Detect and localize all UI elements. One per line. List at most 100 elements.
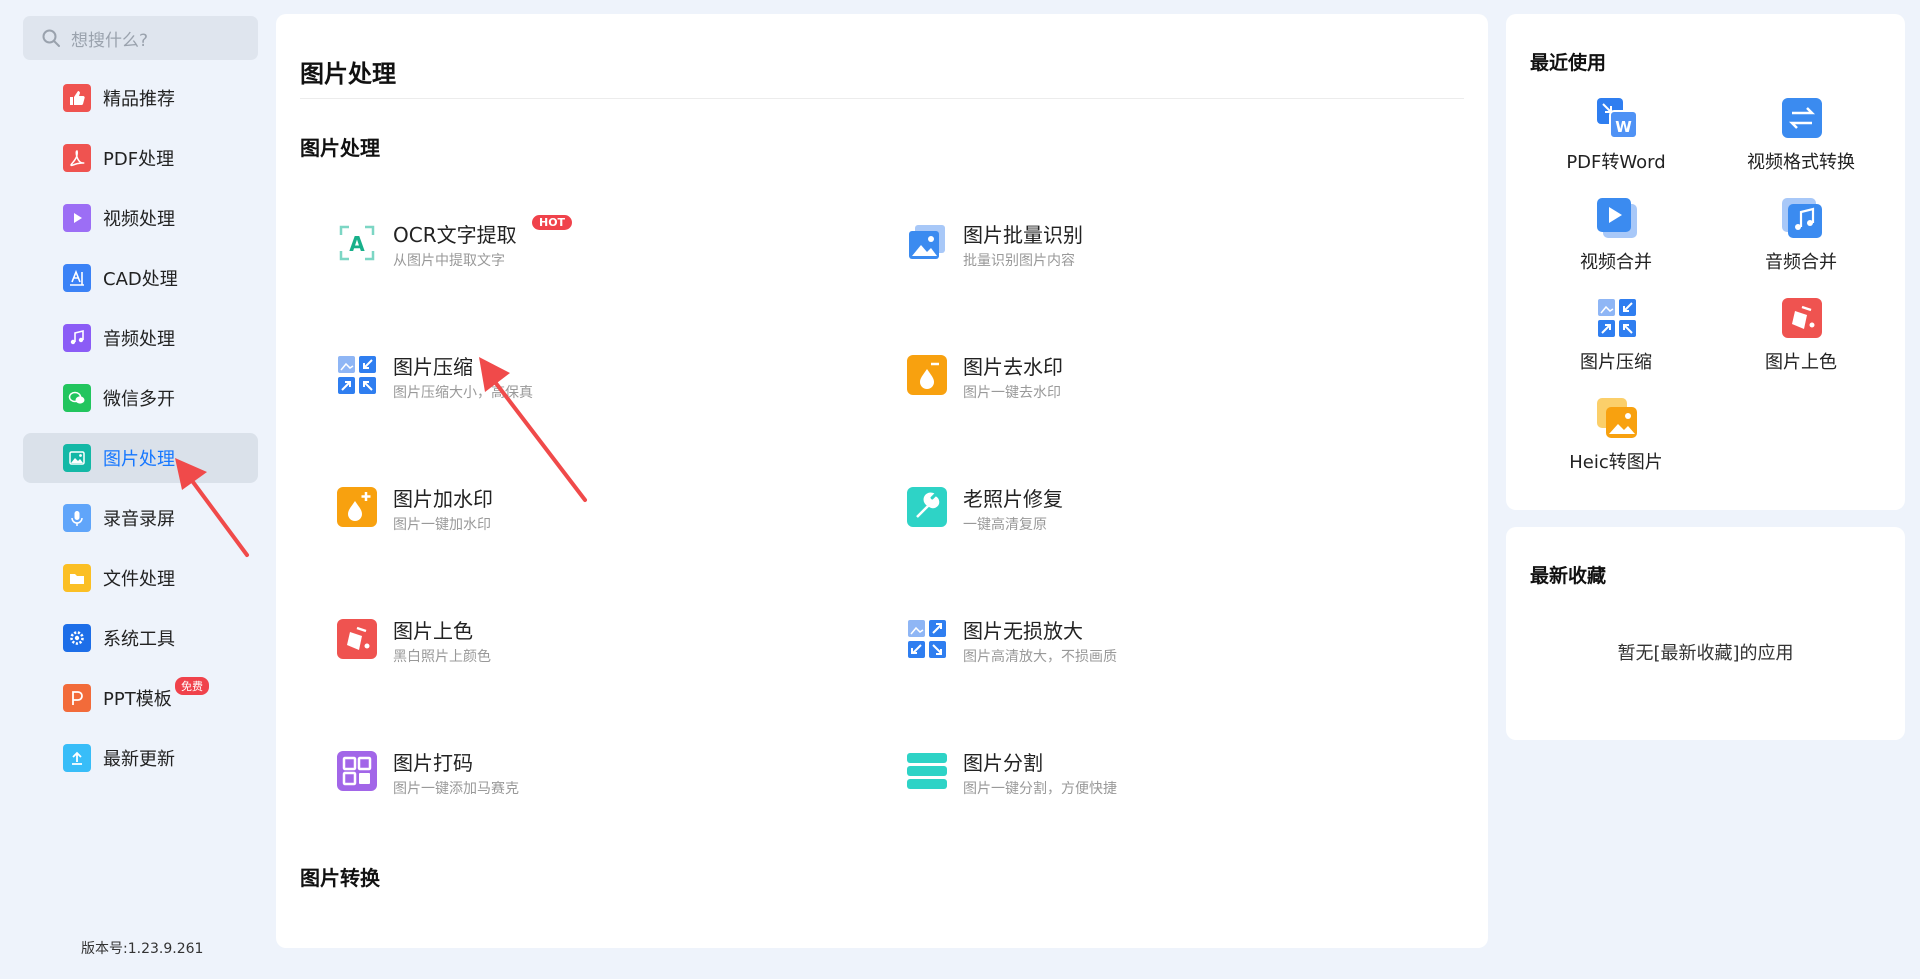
recent-item-label: 视频格式转换 xyxy=(1747,152,1855,173)
enlarge-icon xyxy=(907,619,947,659)
section-title-processing: 图片处理 xyxy=(300,136,380,160)
tool-name: 图片去水印 xyxy=(963,355,1063,379)
upload-icon xyxy=(63,744,91,772)
sidebar-item-label: 录音录屏 xyxy=(103,509,175,530)
tool-compress[interactable]: 图片压缩 图片压缩大小，高保真 xyxy=(337,351,817,431)
wechat-icon xyxy=(63,384,91,412)
tool-name: 图片上色 xyxy=(393,619,473,643)
image-icon xyxy=(63,444,91,472)
tool-mosaic[interactable]: 图片打码 图片一键添加马赛克 xyxy=(337,747,817,827)
sidebar-item-audio[interactable]: 音频处理 xyxy=(23,313,258,363)
tool-photo-repair[interactable]: 老照片修复 一键高清复原 xyxy=(907,483,1387,563)
recent-item-video-merge[interactable]: 视频合并 xyxy=(1526,198,1706,288)
split-icon xyxy=(907,751,947,791)
sidebar-item-label: CAD处理 xyxy=(103,269,178,290)
sidebar: 想搜什么? 精品推荐 PDF处理 视频处理 CAD处理 音频处理 微信多开 图片… xyxy=(0,0,270,979)
tool-desc: 黑白照片上颜色 xyxy=(393,649,491,665)
sidebar-item-label: 文件处理 xyxy=(103,569,175,590)
ocr-icon: A xyxy=(337,223,377,263)
sidebar-item-pdf[interactable]: PDF处理 xyxy=(23,133,258,183)
favorites-title: 最新收藏 xyxy=(1530,565,1607,587)
pdf-to-word-icon: W xyxy=(1597,98,1637,138)
tool-split[interactable]: 图片分割 图片一键分割，方便快捷 xyxy=(907,747,1387,827)
video-merge-icon xyxy=(1597,198,1637,238)
recent-panel: 最近使用 W PDF转Word 视频格式转换 视频合并 音频合并 图片压缩 图片… xyxy=(1506,14,1905,510)
tool-name: 图片批量识别 xyxy=(963,223,1083,247)
tool-desc: 图片压缩大小，高保真 xyxy=(393,385,533,401)
mosaic-icon xyxy=(337,751,377,791)
colorize-icon xyxy=(337,619,377,659)
favorites-panel: 最新收藏 暂无[最新收藏]的应用 xyxy=(1506,527,1905,740)
recent-item-label: PDF转Word xyxy=(1566,152,1666,173)
sidebar-item-video[interactable]: 视频处理 xyxy=(23,193,258,243)
hot-badge: HOT xyxy=(532,215,573,230)
recent-item-label: 音频合并 xyxy=(1765,252,1837,273)
tool-name: OCR文字提取 xyxy=(393,223,517,247)
tool-name: 图片打码 xyxy=(393,751,473,775)
gear-icon xyxy=(63,624,91,652)
video-convert-icon xyxy=(1782,98,1822,138)
sidebar-item-cad[interactable]: CAD处理 xyxy=(23,253,258,303)
recent-item-label: 图片压缩 xyxy=(1580,352,1652,373)
recent-item-pdf-to-word[interactable]: W PDF转Word xyxy=(1526,98,1706,188)
add-watermark-icon xyxy=(337,487,377,527)
sidebar-item-label: 精品推荐 xyxy=(103,89,175,110)
recent-item-label: Heic转图片 xyxy=(1569,452,1663,473)
tool-desc: 图片一键添加马赛克 xyxy=(393,781,519,797)
tool-remove-watermark[interactable]: 图片去水印 图片一键去水印 xyxy=(907,351,1387,431)
sidebar-item-featured[interactable]: 精品推荐 xyxy=(23,73,258,123)
sidebar-item-ppt[interactable]: PPT模板 免费 xyxy=(23,673,258,723)
sidebar-item-files[interactable]: 文件处理 xyxy=(23,553,258,603)
photo-repair-icon xyxy=(907,487,947,527)
video-play-icon xyxy=(63,204,91,232)
recent-item-heic-convert[interactable]: Heic转图片 xyxy=(1526,398,1706,488)
recent-item-compress[interactable]: 图片压缩 xyxy=(1526,298,1706,388)
sidebar-item-image[interactable]: 图片处理 xyxy=(23,433,258,483)
page-title: 图片处理 xyxy=(300,60,396,88)
ppt-icon xyxy=(63,684,91,712)
tool-name: 图片无损放大 xyxy=(963,619,1083,643)
tool-add-watermark[interactable]: 图片加水印 图片一键加水印 xyxy=(337,483,817,563)
sidebar-item-label: 图片处理 xyxy=(103,449,175,470)
search-box[interactable]: 想搜什么? xyxy=(23,16,258,60)
recent-item-video-convert[interactable]: 视频格式转换 xyxy=(1711,98,1891,188)
tool-name: 图片压缩 xyxy=(393,355,473,379)
free-badge: 免费 xyxy=(175,677,209,695)
sidebar-item-updates[interactable]: 最新更新 xyxy=(23,733,258,783)
tool-enlarge[interactable]: 图片无损放大 图片高清放大，不损画质 xyxy=(907,615,1387,695)
tool-name: 老照片修复 xyxy=(963,487,1063,511)
recent-item-label: 图片上色 xyxy=(1765,352,1837,373)
tool-name: 图片分割 xyxy=(963,751,1043,775)
recent-title: 最近使用 xyxy=(1530,52,1607,74)
sidebar-item-recording[interactable]: 录音录屏 xyxy=(23,493,258,543)
music-note-icon xyxy=(63,324,91,352)
sidebar-item-label: 最新更新 xyxy=(103,749,175,770)
recent-item-audio-merge[interactable]: 音频合并 xyxy=(1711,198,1891,288)
tool-ocr[interactable]: A OCR文字提取 HOT 从图片中提取文字 xyxy=(337,215,817,299)
sidebar-item-system[interactable]: 系统工具 xyxy=(23,613,258,663)
recent-item-colorize[interactable]: 图片上色 xyxy=(1711,298,1891,388)
tool-name: 图片加水印 xyxy=(393,487,493,511)
thumbs-up-icon xyxy=(63,84,91,112)
sidebar-item-label: PDF处理 xyxy=(103,149,175,170)
sidebar-item-wechat[interactable]: 微信多开 xyxy=(23,373,258,423)
tool-desc: 图片高清放大，不损画质 xyxy=(963,649,1117,665)
favorites-empty-text: 暂无[最新收藏]的应用 xyxy=(1617,643,1794,664)
sidebar-item-label: 系统工具 xyxy=(103,629,175,650)
audio-merge-icon xyxy=(1782,198,1822,238)
tool-desc: 批量识别图片内容 xyxy=(963,253,1075,269)
compress-icon xyxy=(1598,299,1636,337)
folder-icon xyxy=(63,564,91,592)
tool-batch-recognition[interactable]: 图片批量识别 批量识别图片内容 xyxy=(907,219,1387,299)
pdf-icon xyxy=(63,144,91,172)
microphone-icon xyxy=(63,504,91,532)
sidebar-item-label: PPT模板 xyxy=(103,689,172,710)
svg-text:A: A xyxy=(349,232,365,256)
cad-icon xyxy=(63,264,91,292)
sidebar-item-label: 视频处理 xyxy=(103,209,175,230)
tool-desc: 图片一键分割，方便快捷 xyxy=(963,781,1117,797)
compress-icon xyxy=(337,355,377,395)
tool-colorize[interactable]: 图片上色 黑白照片上颜色 xyxy=(337,615,817,695)
colorize-icon xyxy=(1782,298,1822,338)
search-icon xyxy=(42,29,60,47)
